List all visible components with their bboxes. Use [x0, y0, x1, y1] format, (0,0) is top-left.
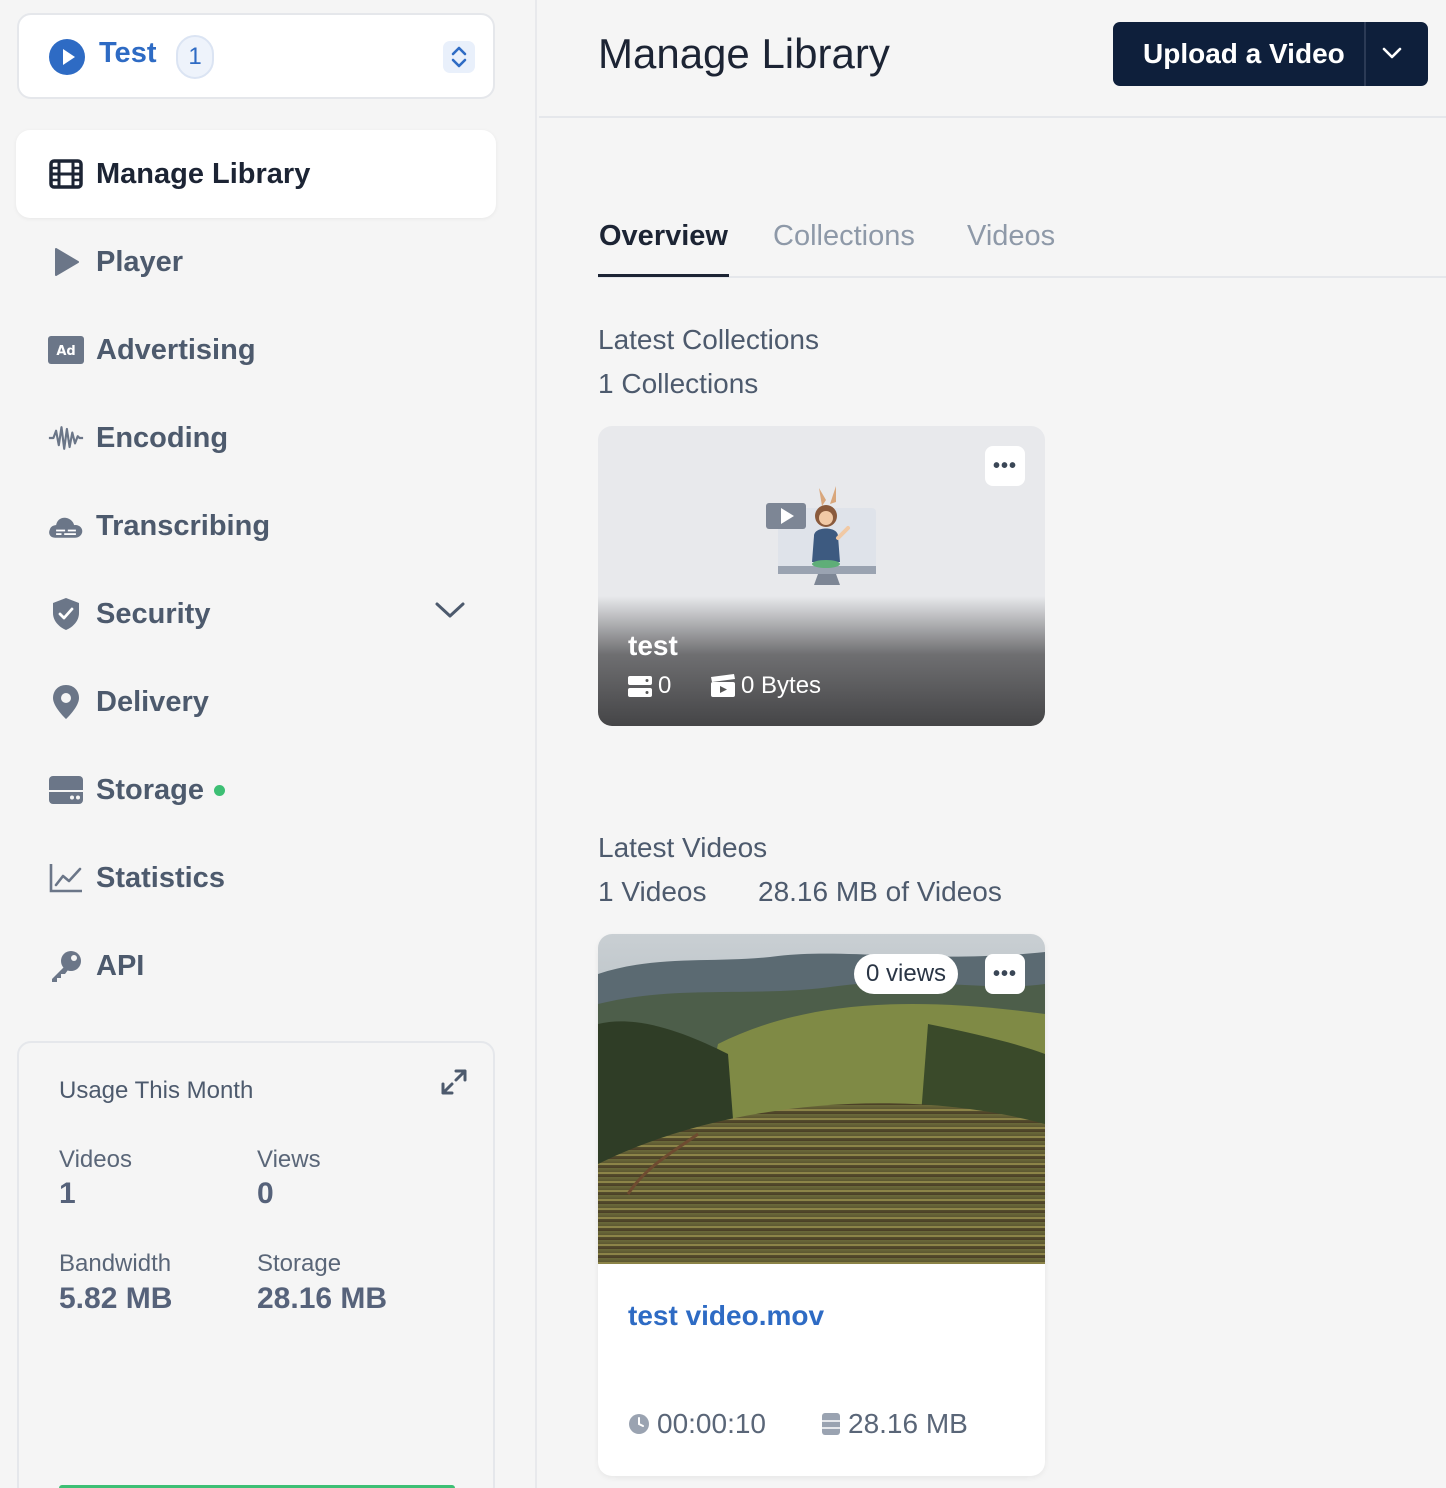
sidebar-item-encoding[interactable]: Encoding	[16, 394, 496, 482]
more-options-button[interactable]: •••	[985, 954, 1025, 994]
video-duration: 00:00:10	[657, 1408, 766, 1439]
chart-line-icon	[48, 860, 84, 896]
chevron-down-icon[interactable]	[434, 600, 466, 625]
sidebar-item-label: Delivery	[96, 685, 209, 718]
sidebar-item-statistics[interactable]: Statistics	[16, 834, 496, 922]
sidebar-item-label: Storage	[96, 773, 204, 806]
film-icon	[48, 156, 84, 192]
cloud-captions-icon	[48, 508, 84, 544]
usage-videos-value: 1	[59, 1177, 76, 1210]
tab-bar: Overview Collections Videos	[598, 200, 1446, 278]
upload-video-button[interactable]: Upload a Video	[1113, 22, 1428, 86]
button-divider	[1364, 22, 1366, 86]
sidebar-item-label: Statistics	[96, 861, 225, 894]
tab-collections[interactable]: Collections	[773, 220, 915, 253]
sidebar-item-label: Manage Library	[96, 157, 311, 190]
videos-total-size: 28.16 MB of Videos	[758, 876, 1002, 907]
page-title: Manage Library	[598, 30, 890, 77]
chevron-up-down-icon[interactable]	[443, 41, 475, 73]
collections-section-title: Latest Collections	[598, 324, 820, 355]
shield-icon	[48, 596, 84, 632]
sidebar-item-label: Encoding	[96, 421, 229, 454]
usage-views-label: Views	[257, 1146, 321, 1173]
collection-card[interactable]: ••• test 0 0 Bytes	[598, 426, 1045, 726]
usage-videos-label: Videos	[59, 1146, 132, 1173]
expand-icon[interactable]	[439, 1067, 469, 1102]
collection-name: test	[628, 630, 678, 661]
library-name: Test	[99, 37, 157, 69]
video-thumbnail[interactable]	[598, 934, 1045, 1264]
video-card[interactable]: 0 views ••• test video.mov 00:00:10 28.1…	[598, 934, 1045, 1476]
usage-views-value: 0	[257, 1177, 274, 1210]
collection-video-count: 0	[658, 672, 672, 699]
clock-icon	[628, 1413, 650, 1440]
key-icon	[48, 948, 84, 984]
usage-storage-label: Storage	[257, 1250, 342, 1277]
waveform-icon	[48, 420, 84, 456]
sidebar-item-label: Transcribing	[96, 509, 271, 542]
videos-count: 1 Videos	[598, 876, 707, 907]
usage-bandwidth-value: 5.82 MB	[59, 1282, 173, 1315]
active-tab-indicator	[598, 274, 729, 277]
main-content: Manage Library Upload a Video Overview C…	[539, 0, 1446, 1488]
sidebar-item-label: Security	[96, 597, 211, 630]
sidebar: Test 1 Manage Library Player Ad Advertis…	[0, 0, 537, 1488]
tab-overview[interactable]: Overview	[599, 220, 728, 253]
sidebar-item-security[interactable]: Security	[16, 570, 496, 658]
hard-drive-icon	[822, 1413, 840, 1440]
video-title[interactable]: test video.mov	[628, 1300, 824, 1332]
usage-panel: Usage This Month Videos 1 Views 0 Bandwi…	[17, 1041, 495, 1488]
sidebar-item-manage-library[interactable]: Manage Library	[16, 130, 496, 218]
collections-count: 1 Collections	[598, 368, 759, 399]
upload-video-label: Upload a Video	[1143, 38, 1345, 69]
play-circle-icon	[49, 39, 85, 75]
sidebar-item-api[interactable]: API	[16, 922, 496, 1010]
map-pin-icon	[48, 684, 84, 720]
videos-section-title: Latest Videos	[598, 832, 768, 863]
usage-bandwidth-label: Bandwidth	[59, 1250, 172, 1277]
storage-status-dot	[214, 785, 225, 796]
top-bar: Manage Library Upload a Video	[539, 0, 1446, 118]
tab-videos[interactable]: Videos	[967, 220, 1055, 253]
server-icon	[628, 676, 652, 703]
hard-drive-icon	[48, 772, 84, 808]
collection-size: 0 Bytes	[741, 672, 822, 699]
sidebar-item-label: Advertising	[96, 333, 256, 366]
sidebar-item-label: Player	[96, 245, 184, 278]
collection-illustration	[766, 486, 878, 593]
ad-icon: Ad	[48, 332, 84, 368]
usage-title: Usage This Month	[59, 1077, 254, 1104]
library-count-badge: 1	[176, 35, 214, 79]
sidebar-item-storage[interactable]: Storage	[16, 746, 496, 834]
sidebar-item-advertising[interactable]: Ad Advertising	[16, 306, 496, 394]
video-size: 28.16 MB	[848, 1408, 968, 1439]
sidebar-item-transcribing[interactable]: Transcribing	[16, 482, 496, 570]
clapperboard-icon	[710, 674, 736, 703]
chevron-down-icon[interactable]	[1379, 42, 1405, 69]
sidebar-item-label: API	[96, 949, 145, 982]
more-options-button[interactable]: •••	[985, 446, 1025, 486]
library-switcher[interactable]: Test 1	[17, 13, 495, 99]
svg-text:Ad: Ad	[56, 344, 75, 359]
sidebar-item-player[interactable]: Player	[16, 218, 496, 306]
sidebar-item-delivery[interactable]: Delivery	[16, 658, 496, 746]
views-badge: 0 views	[854, 954, 959, 994]
play-icon	[48, 244, 84, 280]
usage-storage-value: 28.16 MB	[257, 1282, 388, 1315]
